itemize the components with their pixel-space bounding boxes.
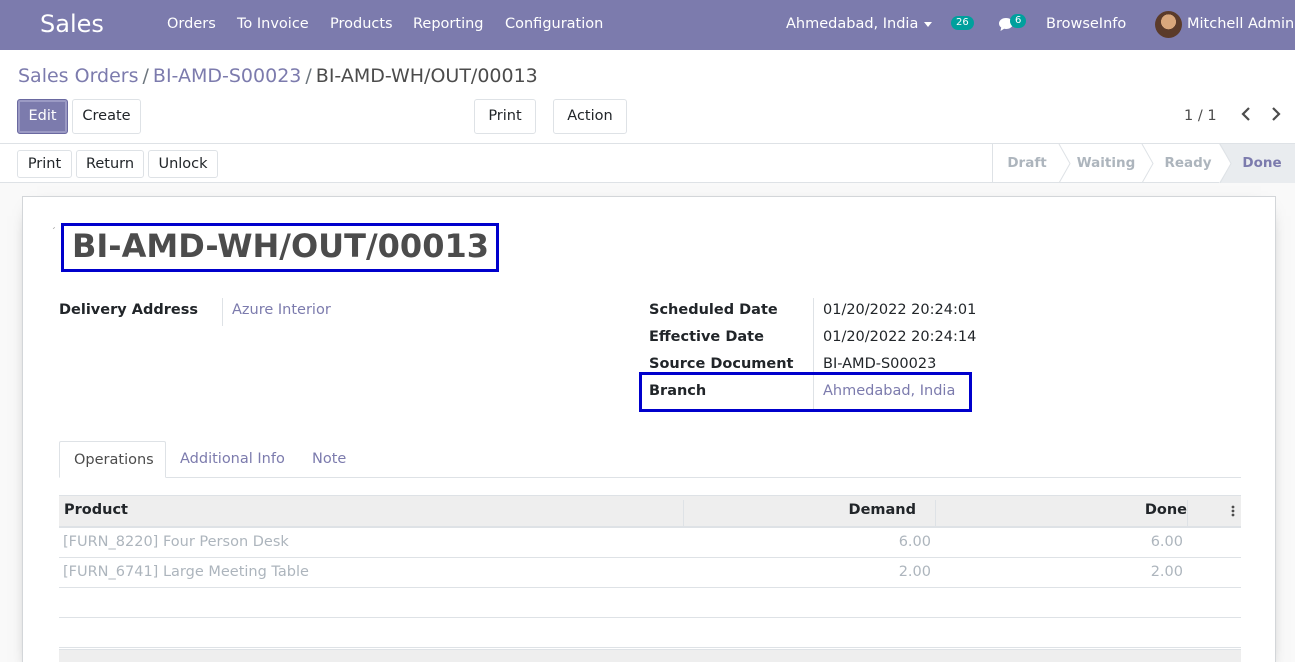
decorative-mark: ˊ: [51, 227, 56, 238]
empty-row: [59, 618, 1241, 648]
empty-row: [59, 588, 1241, 618]
stage-arrow: [1219, 144, 1232, 183]
edit-button[interactable]: Edit: [17, 99, 68, 134]
source-document-label: Source Document: [649, 356, 794, 372]
branch-value[interactable]: Ahmedabad, India: [823, 383, 955, 399]
breadcrumb-sale-order[interactable]: BI-AMD-S00023: [153, 65, 301, 87]
chevron-right-icon[interactable]: [1266, 106, 1286, 126]
column-header-product[interactable]: Product: [64, 502, 128, 518]
action-dropdown-button[interactable]: Action: [553, 99, 627, 134]
control-panel: Sales Orders / BI-AMD-S00023/BI-AMD-WH/OUT…: [0, 50, 1295, 144]
table-row[interactable]: [FURN_6741] Large Meeting Table 2.00 2.0…: [59, 558, 1241, 588]
scheduled-date-label: Scheduled Date: [649, 302, 778, 318]
notebook-tabs: Operations Additional Info Note: [59, 441, 1241, 478]
source-document-value: BI-AMD-S00023: [823, 356, 937, 372]
field-divider: [222, 298, 223, 326]
breadcrumb-separator: /: [305, 65, 312, 87]
column-header-demand[interactable]: Demand: [849, 502, 916, 518]
user-menu[interactable]: Mitchell Admin: [1187, 16, 1294, 32]
menu-reporting[interactable]: Reporting: [413, 16, 484, 32]
menu-products[interactable]: Products: [330, 16, 393, 32]
return-button[interactable]: Return: [76, 150, 144, 178]
breadcrumb-separator: /: [142, 65, 149, 87]
effective-date-label: Effective Date: [649, 329, 764, 345]
breadcrumb-current: BI-AMD-WH/OUT/00013: [315, 65, 538, 87]
done-cell: 2.00: [1150, 564, 1183, 580]
table-footer: [59, 649, 1241, 662]
stage-ready: Ready: [1164, 155, 1212, 171]
branch-selector-label: Ahmedabad, India: [786, 16, 919, 32]
record-title: BI-AMD-WH/OUT/00013: [72, 227, 489, 265]
create-button[interactable]: Create: [72, 99, 141, 134]
caret-down-icon: [924, 21, 933, 27]
breadcrumb: Sales Orders / BI-AMD-S00023/BI-AMD-WH/OUT…: [18, 65, 538, 87]
product-cell: [FURN_8220] Four Person Desk: [63, 534, 289, 550]
activity-badge[interactable]: 26: [951, 16, 974, 30]
menu-configuration[interactable]: Configuration: [505, 16, 603, 32]
tab-additional-info[interactable]: Additional Info: [166, 441, 299, 478]
delivery-address-value[interactable]: Azure Interior: [232, 302, 331, 318]
print-button[interactable]: Print: [17, 150, 72, 178]
company-switcher[interactable]: BrowseInfo: [1046, 16, 1126, 32]
scheduled-date-value: 01/20/2022 20:24:01: [823, 302, 977, 318]
stage-waiting: Waiting: [1076, 155, 1136, 171]
effective-date-value: 01/20/2022 20:24:14: [823, 329, 977, 345]
delivery-address-label: Delivery Address: [59, 302, 198, 318]
status-bar: Print Return Unlock Draft Waiting Ready …: [0, 144, 1295, 183]
chevron-left-icon[interactable]: [1236, 106, 1256, 126]
user-avatar[interactable]: [1155, 11, 1182, 38]
tab-note[interactable]: Note: [298, 441, 360, 478]
pager-value[interactable]: 1 / 1: [1184, 108, 1217, 124]
top-navbar: Sales Orders To Invoice Products Reporti…: [0, 0, 1295, 50]
print-dropdown-button[interactable]: Print: [474, 99, 536, 134]
column-header-done[interactable]: Done: [1145, 502, 1187, 518]
column-divider: [683, 500, 684, 526]
product-cell: [FURN_6741] Large Meeting Table: [63, 564, 309, 580]
demand-cell: 2.00: [898, 564, 931, 580]
done-cell: 6.00: [1150, 534, 1183, 550]
table-row[interactable]: [FURN_8220] Four Person Desk 6.00 6.00: [59, 528, 1241, 558]
table-header: Product Demand Done: [59, 495, 1241, 528]
demand-cell: 6.00: [898, 534, 931, 550]
column-divider: [935, 500, 936, 526]
optional-columns-icon[interactable]: [1231, 504, 1235, 522]
form-sheet: ˊ BI-AMD-WH/OUT/00013 Delivery Address A…: [22, 196, 1276, 662]
branch-label: Branch: [649, 383, 707, 399]
stage-draft: Draft: [1007, 155, 1047, 171]
breadcrumb-sales-orders[interactable]: Sales Orders: [18, 65, 139, 87]
menu-to-invoice[interactable]: To Invoice: [237, 16, 309, 32]
column-divider: [1187, 500, 1188, 526]
app-name[interactable]: Sales: [40, 10, 104, 38]
tab-operations[interactable]: Operations: [59, 441, 166, 478]
branch-selector[interactable]: Ahmedabad, India: [786, 16, 933, 32]
unlock-button[interactable]: Unlock: [148, 150, 218, 178]
menu-orders[interactable]: Orders: [167, 16, 216, 32]
message-badge[interactable]: 6: [1010, 14, 1027, 28]
